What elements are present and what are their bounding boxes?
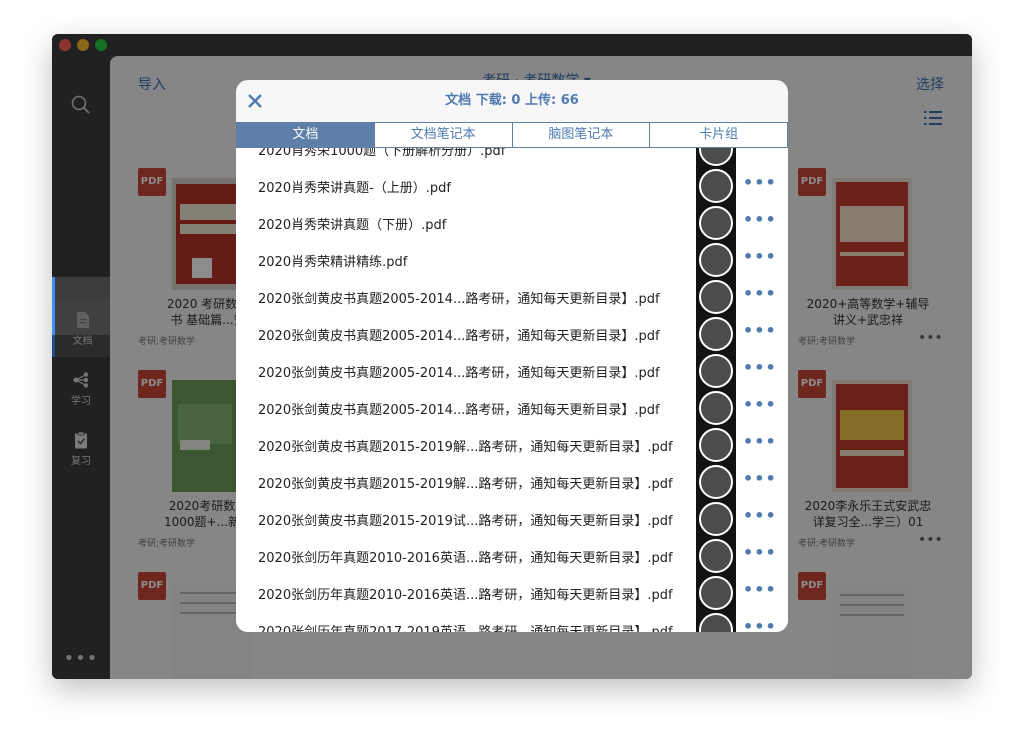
tab-card-decks[interactable]: 卡片组 bbox=[649, 123, 787, 147]
document-name: 2020肖秀荣讲真题-（上册）.pdf bbox=[258, 181, 451, 196]
sync-status-icon[interactable] bbox=[699, 280, 733, 314]
row-more-button[interactable]: ••• bbox=[743, 284, 777, 303]
sync-status-icon[interactable] bbox=[699, 391, 733, 425]
sidebar-active-highlight bbox=[52, 277, 110, 335]
list-item[interactable]: 2020肖秀荣讲真题（下册）.pdf ••• bbox=[236, 204, 788, 241]
row-more-button[interactable]: ••• bbox=[743, 432, 777, 451]
sync-status-icon[interactable] bbox=[699, 169, 733, 203]
document-name: 2020张剑黄皮书真题2015-2019解...路考研，通知每天更新目录】.pd… bbox=[258, 477, 673, 492]
document-name: 2020张剑黄皮书真题2005-2014...路考研，通知每天更新目录】.pdf bbox=[258, 329, 660, 344]
document-name: 2020张剑黄皮书真题2015-2019试...路考研，通知每天更新目录】.pd… bbox=[258, 514, 673, 529]
document-name: 2020张剑历年真题2010-2016英语...路考研，通知每天更新目录】.pd… bbox=[258, 588, 673, 603]
sync-status-icon[interactable] bbox=[699, 354, 733, 388]
list-item[interactable]: 2020张剑历年真题2010-2016英语...路考研，通知每天更新目录】.pd… bbox=[236, 574, 788, 611]
document-list[interactable]: 2020肖秀荣1000题（下册解析分册）.pdf•••2020肖秀荣讲真题-（上… bbox=[236, 148, 788, 632]
sync-status-icon[interactable] bbox=[699, 465, 733, 499]
document-name: 2020张剑历年真题2010-2016英语...路考研，通知每天更新目录】.pd… bbox=[258, 551, 673, 566]
sync-status-icon[interactable] bbox=[699, 539, 733, 573]
list-item[interactable]: 2020张剑历年真题2010-2016英语...路考研，通知每天更新目录】.pd… bbox=[236, 537, 788, 574]
list-item[interactable]: 2020张剑黄皮书真题2015-2019解...路考研，通知每天更新目录】.pd… bbox=[236, 463, 788, 500]
list-item[interactable]: 2020张剑黄皮书真题2005-2014...路考研，通知每天更新目录】.pdf… bbox=[236, 389, 788, 426]
document-name: 2020肖秀荣1000题（下册解析分册）.pdf bbox=[258, 148, 506, 159]
row-more-button[interactable]: ••• bbox=[743, 247, 777, 266]
sync-status-icon[interactable] bbox=[699, 502, 733, 536]
document-name: 2020肖秀荣精讲精练.pdf bbox=[258, 255, 408, 270]
tab-mindmap-notebooks[interactable]: 脑图笔记本 bbox=[511, 123, 650, 147]
row-more-button[interactable]: ••• bbox=[743, 469, 777, 488]
tab-documents[interactable]: 文档 bbox=[237, 123, 374, 147]
sync-status-icon[interactable] bbox=[699, 428, 733, 462]
list-item[interactable]: 2020张剑黄皮书真题2015-2019试...路考研，通知每天更新目录】.pd… bbox=[236, 500, 788, 537]
modal-overlay: 文档 下载: 0 上传: 66 文档 文档笔记本 脑图笔记本 卡片组 2020肖… bbox=[0, 0, 1024, 747]
row-more-button[interactable]: ••• bbox=[743, 210, 777, 229]
document-name: 2020张剑黄皮书真题2005-2014...路考研，通知每天更新目录】.pdf bbox=[258, 403, 660, 418]
row-more-button[interactable]: ••• bbox=[743, 506, 777, 525]
list-item[interactable]: 2020张剑黄皮书真题2005-2014...路考研，通知每天更新目录】.pdf… bbox=[236, 315, 788, 352]
row-more-button[interactable]: ••• bbox=[743, 580, 777, 599]
row-more-button[interactable]: ••• bbox=[743, 173, 777, 192]
row-more-button[interactable]: ••• bbox=[743, 395, 777, 414]
list-item[interactable]: 2020肖秀荣讲真题-（上册）.pdf ••• bbox=[236, 167, 788, 204]
list-item[interactable]: 2020张剑黄皮书真题2005-2014...路考研，通知每天更新目录】.pdf… bbox=[236, 352, 788, 389]
sync-status-icon[interactable] bbox=[699, 317, 733, 351]
document-name: 2020张剑黄皮书真题2005-2014...路考研，通知每天更新目录】.pdf bbox=[258, 366, 660, 381]
list-item[interactable]: 2020张剑黄皮书真题2015-2019解...路考研，通知每天更新目录】.pd… bbox=[236, 426, 788, 463]
sync-status-icon[interactable] bbox=[699, 576, 733, 610]
row-more-button[interactable]: ••• bbox=[743, 543, 777, 562]
sync-status-icon[interactable] bbox=[699, 613, 733, 632]
dialog-tabs: 文档 文档笔记本 脑图笔记本 卡片组 bbox=[236, 122, 788, 148]
list-item[interactable]: 2020肖秀荣1000题（下册解析分册）.pdf ••• bbox=[236, 148, 788, 167]
sync-status-icon[interactable] bbox=[699, 243, 733, 277]
list-item[interactable]: 2020张剑历年真题2017-2019英语...路考研，通知每天更新目录】.pd… bbox=[236, 611, 788, 632]
row-more-button[interactable]: ••• bbox=[743, 148, 777, 155]
list-item[interactable]: 2020张剑黄皮书真题2005-2014...路考研，通知每天更新目录】.pdf… bbox=[236, 278, 788, 315]
dialog-title: 文档 下载: 0 上传: 66 bbox=[445, 93, 579, 108]
sync-status-icon[interactable] bbox=[699, 206, 733, 240]
document-name: 2020张剑历年真题2017-2019英语...路考研，通知每天更新目录】.pd… bbox=[258, 621, 673, 632]
row-more-button[interactable]: ••• bbox=[743, 321, 777, 340]
row-more-button[interactable]: ••• bbox=[743, 358, 777, 377]
document-name: 2020张剑黄皮书真题2015-2019解...路考研，通知每天更新目录】.pd… bbox=[258, 440, 673, 455]
document-name: 2020张剑黄皮书真题2005-2014...路考研，通知每天更新目录】.pdf bbox=[258, 292, 660, 307]
list-item[interactable]: 2020肖秀荣精讲精练.pdf ••• bbox=[236, 241, 788, 278]
sync-status-icon[interactable] bbox=[699, 148, 733, 166]
document-name: 2020肖秀荣讲真题（下册）.pdf bbox=[258, 218, 447, 233]
row-more-button[interactable]: ••• bbox=[743, 617, 777, 632]
sync-dialog: 文档 下载: 0 上传: 66 文档 文档笔记本 脑图笔记本 卡片组 2020肖… bbox=[236, 80, 788, 632]
tab-document-notebooks[interactable]: 文档笔记本 bbox=[373, 123, 512, 147]
